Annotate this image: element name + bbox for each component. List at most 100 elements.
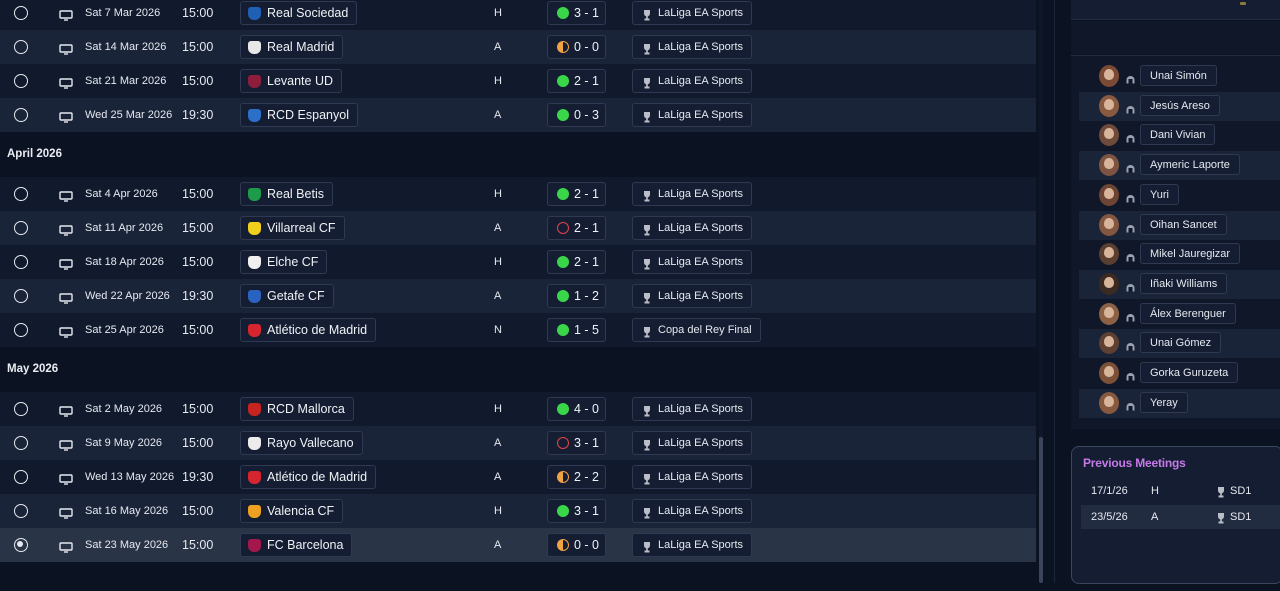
- result-button[interactable]: 2 - 1: [547, 69, 606, 93]
- opponent-button[interactable]: RCD Mallorca: [240, 397, 354, 421]
- meeting-row[interactable]: 23/5/26 A SD1: [1081, 505, 1280, 529]
- result-button[interactable]: 2 - 1: [547, 182, 606, 206]
- fixture-row[interactable]: Sat 18 Apr 2026 15:00 Elche CF H 2 - 1 LaLiga…: [0, 245, 1036, 279]
- player-button[interactable]: Oihan Sancet: [1140, 213, 1227, 235]
- competition-button[interactable]: LaLiga EA Sports: [632, 397, 753, 421]
- opponent-button[interactable]: Villarreal CF: [240, 216, 345, 240]
- result-button[interactable]: 3 - 1: [547, 431, 606, 455]
- select-radio[interactable]: [14, 74, 28, 88]
- squad-player-row[interactable]: Iñaki Williams: [1079, 269, 1280, 299]
- opponent-button[interactable]: Getafe CF: [240, 284, 334, 308]
- opponent-button[interactable]: Real Madrid: [240, 35, 344, 59]
- fixtures-scrollbar-thumb[interactable]: [1039, 437, 1043, 583]
- squad-player-row[interactable]: Aymeric Laporte: [1079, 151, 1280, 181]
- competition-name: LaLiga EA Sports: [658, 403, 744, 415]
- player-button[interactable]: Dani Vivian: [1140, 124, 1216, 146]
- competition-button[interactable]: LaLiga EA Sports: [632, 431, 753, 455]
- result-button[interactable]: 3 - 1: [547, 499, 606, 523]
- select-radio[interactable]: [14, 40, 28, 54]
- select-radio[interactable]: [14, 6, 28, 20]
- fixture-row[interactable]: Wed 13 May 2026 19:30 Atlético de Madrid A 2…: [0, 460, 1036, 494]
- result-button[interactable]: 2 - 1: [547, 250, 606, 274]
- select-radio[interactable]: [14, 538, 28, 552]
- select-radio[interactable]: [14, 436, 28, 450]
- player-button[interactable]: Jesús Areso: [1140, 94, 1220, 116]
- player-button[interactable]: Unai Simón: [1140, 65, 1217, 86]
- player-button[interactable]: Iñaki Williams: [1140, 272, 1228, 294]
- result-button[interactable]: 4 - 0: [547, 397, 606, 421]
- competition-button[interactable]: Copa del Rey Final: [632, 318, 761, 342]
- player-button[interactable]: Aymeric Laporte: [1140, 154, 1240, 176]
- competition-button[interactable]: LaLiga EA Sports: [632, 465, 753, 489]
- player-button[interactable]: Álex Berenguer: [1140, 302, 1236, 324]
- fixture-row[interactable]: Wed 22 Apr 2026 19:30 Getafe CF A 1 - 2 LaLig…: [0, 279, 1036, 313]
- opponent-button[interactable]: Rayo Vallecano: [240, 431, 363, 455]
- fixture-row[interactable]: Sat 21 Mar 2026 15:00 Levante UD H 2 - 1 LaLi…: [0, 64, 1036, 98]
- opponent-button[interactable]: Real Sociedad: [240, 1, 358, 25]
- result-button[interactable]: 2 - 2: [547, 465, 606, 489]
- fixture-row[interactable]: Sat 25 Apr 2026 15:00 Atlético de Madrid N 1…: [0, 313, 1036, 347]
- competition-button[interactable]: LaLiga EA Sports: [632, 182, 753, 206]
- competition-button[interactable]: LaLiga EA Sports: [632, 103, 753, 127]
- meeting-row[interactable]: 17/1/26 H SD1: [1081, 479, 1280, 503]
- squad-player-row[interactable]: Yuri: [1079, 181, 1280, 210]
- fixture-row[interactable]: Sat 23 May 2026 15:00 FC Barcelona A 0 - 0 La…: [0, 528, 1036, 562]
- competition-button[interactable]: LaLiga EA Sports: [632, 533, 753, 557]
- competition-button[interactable]: LaLiga EA Sports: [632, 250, 753, 274]
- fixture-row[interactable]: Sat 7 Mar 2026 15:00 Real Sociedad H 3 - 1 La…: [0, 0, 1036, 30]
- player-button[interactable]: Gorka Guruzeta: [1140, 362, 1239, 383]
- opponent-button[interactable]: Valencia CF: [240, 499, 344, 523]
- competition-button[interactable]: LaLiga EA Sports: [632, 284, 753, 308]
- select-radio[interactable]: [14, 470, 28, 484]
- squad-player-row[interactable]: Yeray: [1079, 388, 1280, 418]
- select-radio[interactable]: [14, 323, 28, 337]
- fixture-date: Sat 2 May 2026: [85, 403, 163, 415]
- competition-button[interactable]: LaLiga EA Sports: [632, 69, 753, 93]
- result-button[interactable]: 1 - 2: [547, 284, 606, 308]
- opponent-button[interactable]: FC Barcelona: [240, 533, 353, 557]
- fixture-row[interactable]: Sat 9 May 2026 15:00 Rayo Vallecano A 3 - 1 L…: [0, 426, 1036, 460]
- opponent-button[interactable]: Real Betis: [240, 182, 333, 206]
- opponent-button[interactable]: RCD Espanyol: [240, 103, 358, 127]
- opponent-button[interactable]: Elche CF: [240, 250, 328, 274]
- select-radio[interactable]: [14, 108, 28, 122]
- player-button[interactable]: Yuri: [1140, 183, 1179, 205]
- player-button[interactable]: Mikel Jauregizar: [1140, 243, 1241, 265]
- result-button[interactable]: 0 - 0: [547, 533, 606, 557]
- opponent-button[interactable]: Atlético de Madrid: [240, 465, 377, 489]
- select-radio[interactable]: [14, 255, 28, 269]
- result-button[interactable]: 0 - 3: [547, 103, 606, 127]
- squad-player-row[interactable]: Gorka Guruzeta: [1079, 359, 1280, 388]
- fixture-row[interactable]: Sat 2 May 2026 15:00 RCD Mallorca H 4 - 0 LaL…: [0, 392, 1036, 426]
- select-radio[interactable]: [14, 221, 28, 235]
- opponent-button[interactable]: Atlético de Madrid: [240, 318, 377, 342]
- fixture-row[interactable]: Wed 25 Mar 2026 19:30 RCD Espanyol A 0 - 3 La…: [0, 98, 1036, 132]
- competition-button[interactable]: LaLiga EA Sports: [632, 35, 753, 59]
- squad-player-row[interactable]: Álex Berenguer: [1079, 300, 1280, 329]
- fixture-row[interactable]: Sat 14 Mar 2026 15:00 Real Madrid A 0 - 0 LaL…: [0, 30, 1036, 64]
- fixture-row[interactable]: Sat 16 May 2026 15:00 Valencia CF H 3 - 1 LaL…: [0, 494, 1036, 528]
- squad-player-row[interactable]: Unai Simón: [1079, 62, 1280, 91]
- select-radio[interactable]: [14, 289, 28, 303]
- select-radio[interactable]: [14, 402, 28, 416]
- squad-player-row[interactable]: Oihan Sancet: [1079, 210, 1280, 240]
- squad-player-row[interactable]: Mikel Jauregizar: [1079, 240, 1280, 269]
- result-button[interactable]: 3 - 1: [547, 1, 606, 25]
- opponent-button[interactable]: Levante UD: [240, 69, 343, 93]
- player-button[interactable]: Yeray: [1140, 391, 1188, 413]
- squad-player-row[interactable]: Dani Vivian: [1079, 121, 1280, 150]
- fixture-row[interactable]: Sat 11 Apr 2026 15:00 Villarreal CF A 2 - 1 L…: [0, 211, 1036, 245]
- team-crest-icon: [248, 539, 261, 552]
- select-radio[interactable]: [14, 504, 28, 518]
- select-radio[interactable]: [14, 187, 28, 201]
- result-button[interactable]: 2 - 1: [547, 216, 606, 240]
- squad-player-row[interactable]: Unai Gómez: [1079, 329, 1280, 359]
- result-button[interactable]: 0 - 0: [547, 35, 606, 59]
- competition-button[interactable]: LaLiga EA Sports: [632, 499, 753, 523]
- competition-button[interactable]: LaLiga EA Sports: [632, 216, 753, 240]
- player-button[interactable]: Unai Gómez: [1140, 332, 1222, 354]
- competition-button[interactable]: LaLiga EA Sports: [632, 1, 753, 25]
- fixture-row[interactable]: Sat 4 Apr 2026 15:00 Real Betis H 2 - 1 LaLig…: [0, 177, 1036, 211]
- squad-player-row[interactable]: Jesús Areso: [1079, 91, 1280, 121]
- result-button[interactable]: 1 - 5: [547, 318, 606, 342]
